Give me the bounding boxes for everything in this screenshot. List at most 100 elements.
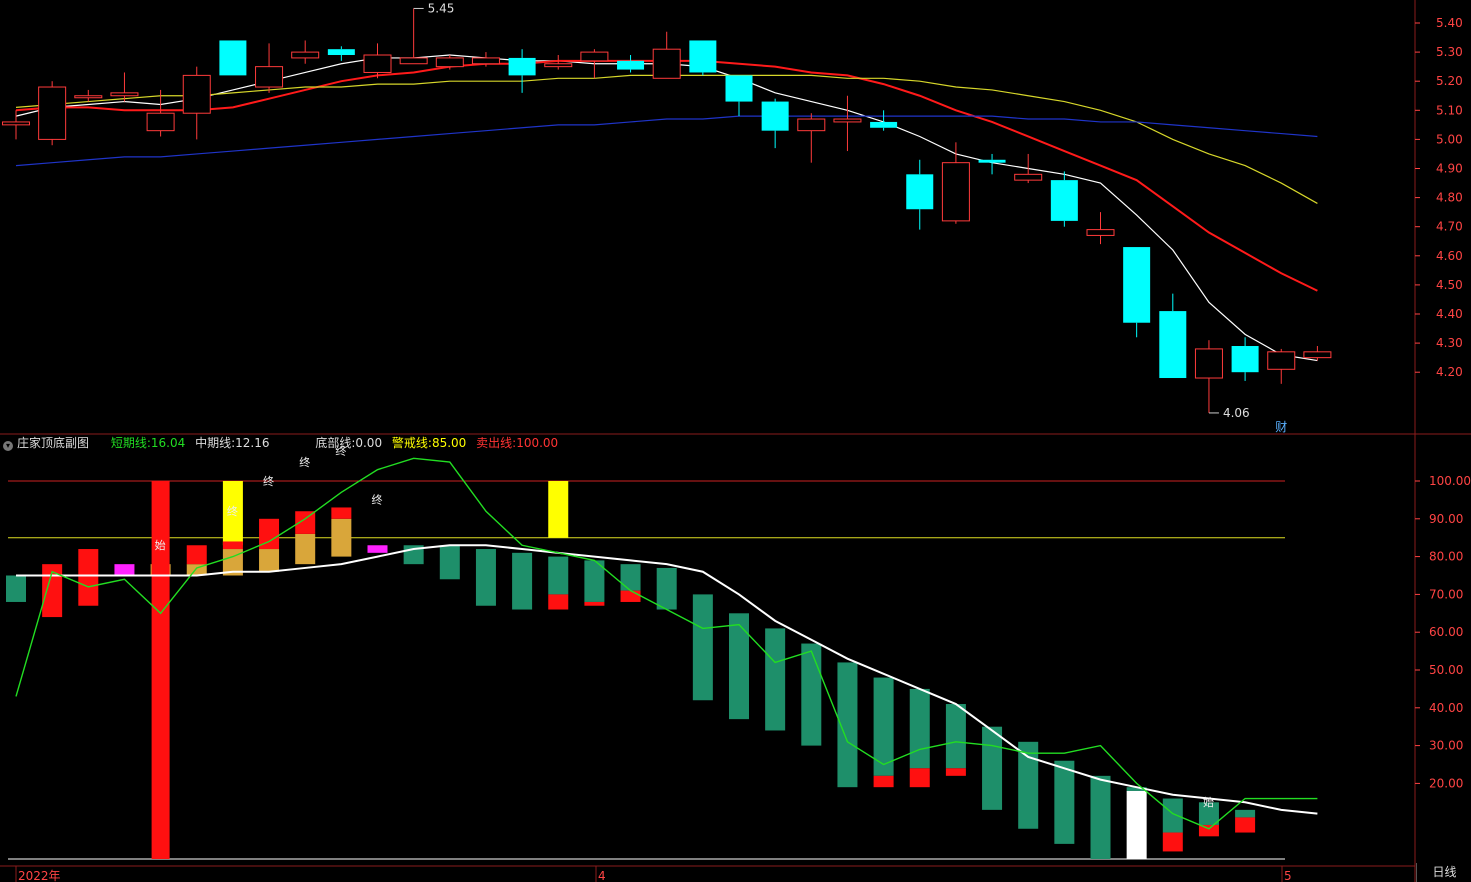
indicator-tick-label: 70.00: [1429, 587, 1463, 601]
candle[interactable]: [906, 159, 934, 230]
candle-body-down: [327, 49, 355, 56]
price-tick-label: 5.00: [1436, 132, 1463, 146]
candle[interactable]: [2, 110, 30, 140]
candle[interactable]: [1050, 171, 1078, 227]
bar-segment-red: [584, 601, 605, 606]
collapse-icon[interactable]: ▾: [3, 441, 13, 451]
bar-segment-red: [151, 481, 170, 859]
sell-line-label: 卖出线:: [476, 436, 517, 450]
date-tick-label: 2022年: [18, 869, 61, 882]
indicator-bar: [584, 560, 605, 606]
bar-segment-green: [439, 545, 460, 580]
candle-body-up: [797, 118, 826, 132]
candle[interactable]: [363, 43, 392, 79]
candle-body-up: [2, 121, 30, 126]
bar-segment-red: [548, 594, 569, 610]
candle-body-up: [1194, 348, 1223, 379]
price-tick-label: 4.60: [1436, 249, 1463, 263]
indicator-bar: [1090, 775, 1111, 859]
ma60-line: [15, 115, 1318, 167]
indicator-bar: [222, 481, 243, 576]
candle[interactable]: [38, 81, 67, 146]
bar-segment-orange: [331, 518, 352, 557]
candle[interactable]: [74, 89, 103, 102]
bar-segment-yellow: [548, 481, 569, 538]
candle-body-down: [725, 75, 753, 102]
indicator-tick-label: 100.00: [1429, 474, 1471, 488]
candle-body-down: [1050, 180, 1078, 221]
candle[interactable]: [1123, 247, 1151, 338]
bar-segment-green: [765, 628, 786, 731]
indicator-bar: [692, 594, 713, 701]
bar-segment-magenta: [114, 564, 135, 576]
candle[interactable]: [725, 75, 753, 117]
candle-body-up: [435, 57, 464, 68]
candle[interactable]: [1231, 337, 1259, 381]
candle[interactable]: [797, 113, 826, 163]
candle[interactable]: [870, 110, 898, 131]
bar-segment-green: [548, 556, 569, 595]
candle-body-up: [110, 92, 139, 97]
indicator-name[interactable]: 庄家顶底副图: [17, 436, 89, 450]
indicator-bar: [982, 726, 1003, 810]
candle-body-up: [1303, 351, 1332, 359]
indicator-bar: [512, 552, 533, 610]
indicator-bar: [729, 613, 749, 720]
candle[interactable]: [110, 72, 139, 102]
price-tick-label: 5.20: [1436, 74, 1463, 88]
candle[interactable]: [761, 98, 789, 149]
candle[interactable]: [1194, 340, 1223, 413]
indicator-bar: [331, 507, 352, 557]
short-line-value: 16.04: [150, 436, 186, 450]
candle-body-down: [1159, 311, 1187, 379]
candle[interactable]: [689, 40, 717, 76]
bar-segment-white: [1126, 790, 1147, 859]
bar-segment-green: [909, 688, 930, 769]
candle[interactable]: [182, 66, 211, 140]
candle[interactable]: [1159, 293, 1187, 379]
candle[interactable]: [291, 40, 320, 64]
moving-average-lines: [15, 54, 1318, 362]
finance-event-marker: 财: [1275, 420, 1287, 434]
candle[interactable]: [941, 142, 970, 224]
indicator-bar: [656, 567, 677, 610]
candle[interactable]: [219, 40, 247, 76]
indicator-bar: [945, 704, 966, 776]
candle[interactable]: [327, 46, 355, 61]
candle-body-down: [906, 174, 934, 210]
candle[interactable]: [1014, 153, 1043, 184]
indicator-bar: [1126, 787, 1147, 859]
bar-segment-green: [1090, 775, 1111, 859]
price-tick-label: 4.70: [1436, 220, 1463, 234]
candle-body-up: [580, 51, 609, 62]
candle-body-down: [761, 101, 789, 131]
date-axis: 2022年 4 5: [15, 866, 1292, 882]
candle[interactable]: [508, 49, 536, 93]
candle-body-up: [146, 112, 175, 132]
candle[interactable]: [833, 95, 862, 152]
candle[interactable]: [255, 43, 284, 93]
bar-segment-red: [1162, 832, 1183, 852]
candle-body-down: [1231, 346, 1259, 373]
candle[interactable]: [617, 55, 645, 73]
indicator-bar: [259, 518, 280, 572]
short-line: [15, 457, 1318, 830]
candle[interactable]: [1267, 348, 1296, 384]
candle[interactable]: [652, 31, 681, 79]
indicator-bar: [873, 677, 894, 788]
bar-segment-red: [1198, 824, 1219, 837]
candle[interactable]: [1303, 346, 1332, 361]
mid-line-label: 中期线:: [195, 436, 236, 450]
candle-body-up: [544, 63, 573, 68]
bar-segment-red: [222, 541, 243, 550]
candle-body-up: [363, 54, 392, 73]
period-selector[interactable]: 日线: [1416, 863, 1471, 882]
price-axis: 5.40 5.30 5.20 5.10 5.00 4.90 4.80 4.70 4.60 4.50…: [1415, 16, 1463, 379]
indicator-bar: [620, 564, 641, 602]
indicator-pane[interactable]: 始终终终终终始: [6, 444, 1318, 860]
ma20-line: [15, 74, 1318, 204]
candle[interactable]: [1086, 212, 1115, 245]
indicator-bar: [6, 575, 26, 602]
candle[interactable]: [399, 8, 428, 65]
bar-segment-magenta: [367, 545, 388, 553]
